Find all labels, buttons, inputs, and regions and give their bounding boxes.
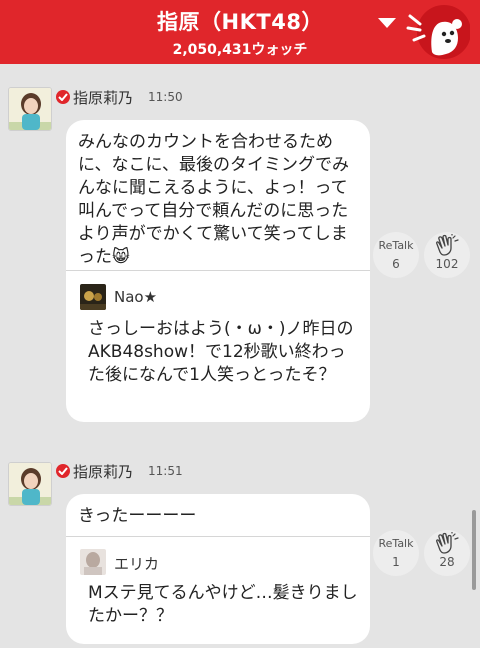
retalk-label: ReTalk [378,239,414,252]
clap-count: 28 [439,555,455,569]
retalk-count: 6 [392,257,400,271]
triangle-down-icon[interactable] [378,18,396,28]
quote-text: Mステ見てるんやけど…髪きりましたかー？？ [88,583,358,626]
author-name[interactable]: 指原莉乃 [73,461,133,482]
clap-button[interactable]: 28 [424,530,470,576]
scrollbar[interactable] [472,510,476,590]
retalk-button[interactable]: ReTalk 6 [373,232,419,278]
clap-icon [436,234,459,256]
quote-author-avatar[interactable] [80,284,106,310]
quote-divider [66,536,370,537]
clap-count: 102 [435,257,459,271]
clap-button[interactable]: 102 [424,232,470,278]
quote-text: さっしーおはよう(・ω・)ノ昨日のAKB48show！で12秒歌い終わった後にな… [88,319,354,385]
verified-badge-icon [56,90,70,104]
post-time: 11:51 [148,464,183,478]
retalk-label: ReTalk [378,537,414,550]
clap-icon [436,532,459,554]
verified-badge-icon [56,464,70,478]
quote-author-name: Nao★ [114,288,158,306]
message-text: きったーーーー [78,506,197,526]
message-bubble: きったーーーー エリカ Mステ見てるんやけど…髪きりましたかー？？ [66,494,370,644]
post-time: 11:50 [148,90,183,104]
message-text: みんなのカウントを合わせるために、なこに、最後のタイミングでみんなに聞こえるよう… [78,132,349,267]
quote-divider [66,270,370,271]
message-bubble: みんなのカウントを合わせるために、なこに、最後のタイミングでみんなに聞こえるよう… [66,120,370,422]
retalk-button[interactable]: ReTalk 1 [373,530,419,576]
quote-author-name: エリカ [114,555,160,573]
avatar[interactable] [8,87,52,131]
header-bar: 指原（HKT48） 2,050,431ウォッチ [0,0,480,64]
ghost-mascot-icon[interactable] [406,4,470,60]
retalk-count: 1 [392,555,400,569]
avatar[interactable] [8,462,52,506]
quote-author-avatar[interactable] [80,549,106,575]
author-name[interactable]: 指原莉乃 [73,87,133,108]
